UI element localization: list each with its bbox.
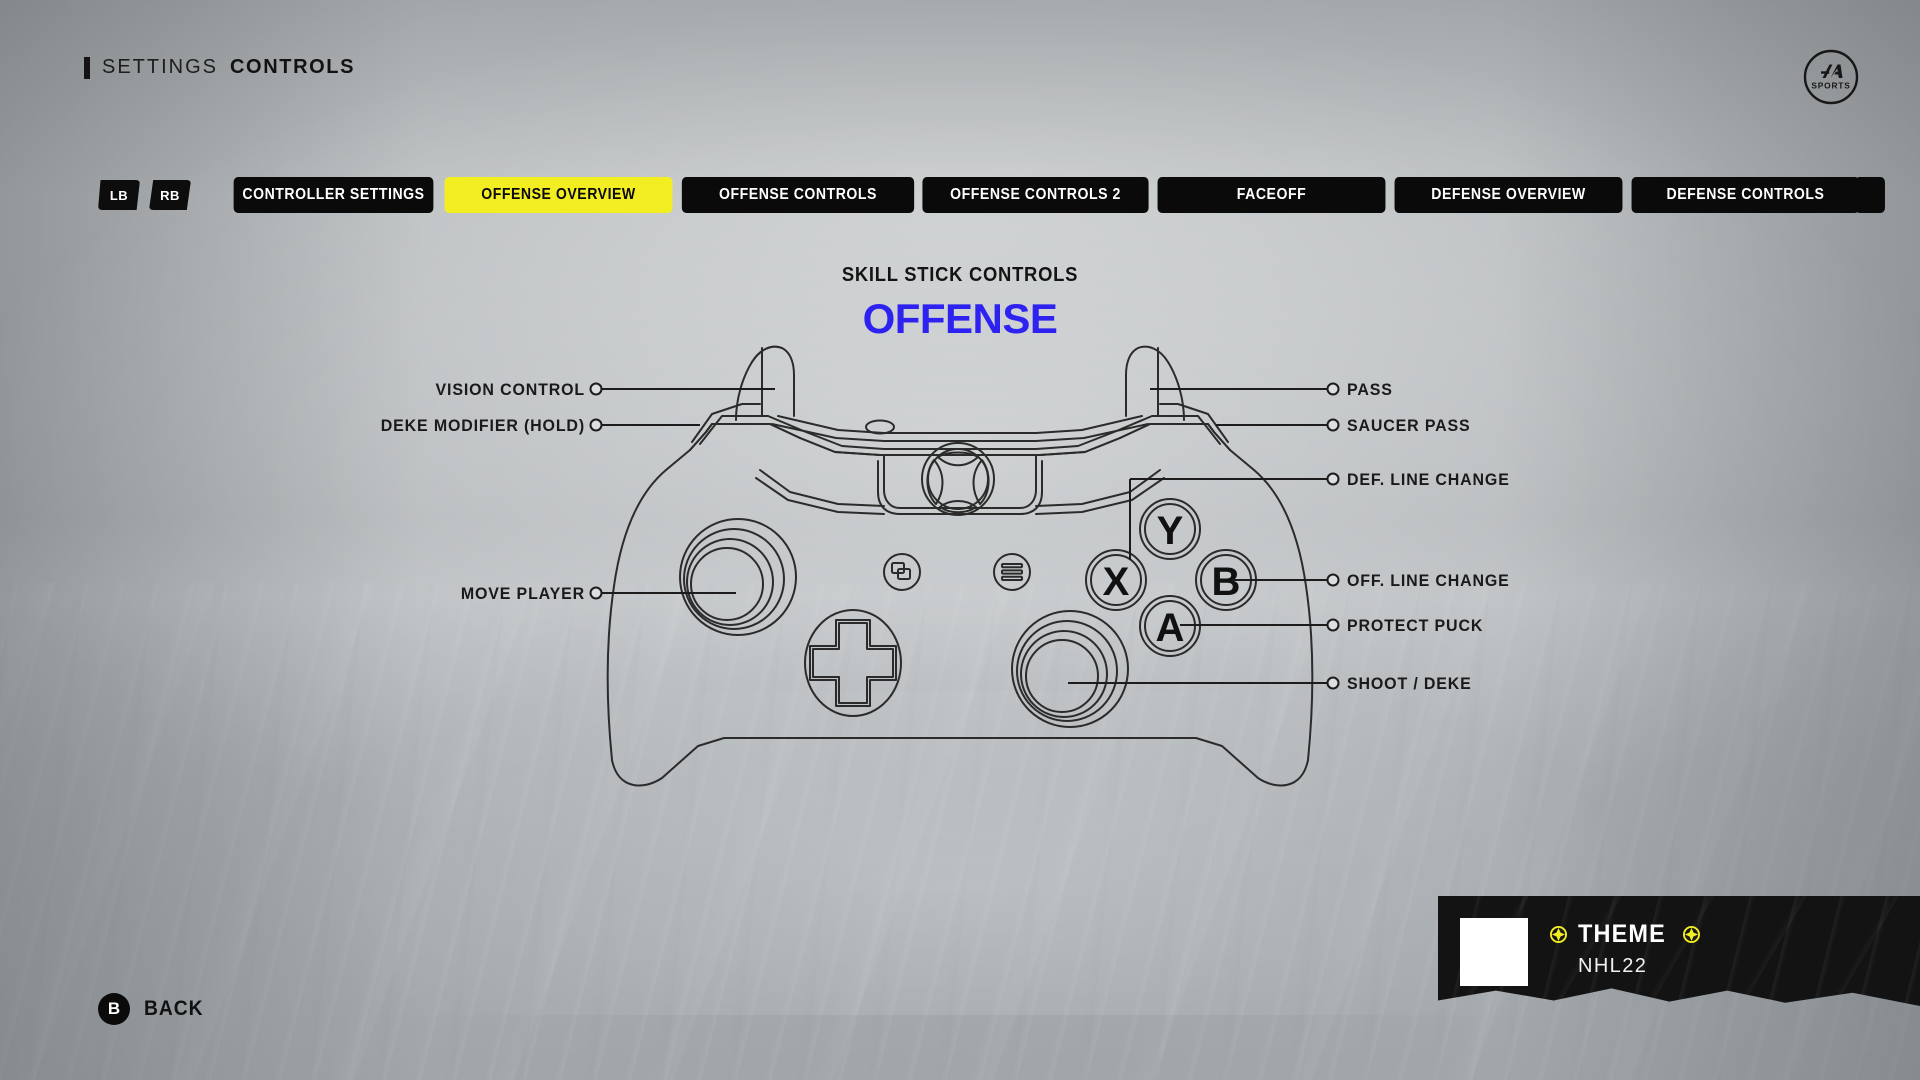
bumper-rb-icon[interactable]: RB bbox=[149, 180, 191, 210]
b-button-icon: B bbox=[98, 993, 130, 1025]
theme-title-row: THEME bbox=[1550, 920, 1700, 949]
theme-next-arrow-icon[interactable] bbox=[1682, 926, 1700, 943]
back-button[interactable]: B BACK bbox=[98, 993, 209, 1025]
theme-swatch bbox=[1460, 918, 1528, 986]
tab-wrap-4[interactable]: FACEOFF bbox=[1142, 177, 1386, 213]
theme-widget[interactable]: THEME NHL22 bbox=[1438, 896, 1920, 1006]
tab-defense-overview[interactable]: DEFENSE OVERVIEW bbox=[1394, 177, 1623, 213]
theme-value: NHL22 bbox=[1578, 955, 1648, 977]
callout-deke-modifier: DEKE MODIFIER (HOLD) bbox=[380, 416, 585, 435]
diagram-heading: OFFENSE bbox=[862, 295, 1058, 342]
tab-wrap-7[interactable] bbox=[1853, 177, 1885, 213]
title-block: SKILL STICK CONTROLS OFFENSE bbox=[0, 264, 1920, 343]
bumper-lb-icon[interactable]: LB bbox=[98, 180, 140, 210]
tab-bar[interactable]: LB RB CONTROLLER SETTINGS OFFENSE OVERVI… bbox=[98, 176, 1920, 214]
tab-controller-settings[interactable]: CONTROLLER SETTINGS bbox=[233, 177, 434, 213]
theme-prev-arrow-icon[interactable] bbox=[1550, 926, 1567, 943]
tab-wrap-1[interactable]: OFFENSE OVERVIEW bbox=[429, 177, 673, 213]
callout-def-line-change: DEF. LINE CHANGE bbox=[1347, 470, 1510, 489]
tab-next-partial[interactable] bbox=[1855, 177, 1885, 213]
tab-faceoff[interactable]: FACEOFF bbox=[1157, 177, 1386, 213]
breadcrumb-settings: SETTINGS bbox=[102, 56, 219, 78]
breadcrumb-controls: CONTROLS bbox=[230, 56, 356, 78]
callout-shoot-deke: SHOOT / DEKE bbox=[1347, 674, 1472, 693]
callout-saucer-pass: SAUCER PASS bbox=[1347, 416, 1471, 435]
tab-wrap-5[interactable]: DEFENSE OVERVIEW bbox=[1379, 177, 1623, 213]
tab-offense-controls-2[interactable]: OFFENSE CONTROLS 2 bbox=[922, 177, 1149, 213]
back-button-label: BACK bbox=[144, 997, 204, 1020]
theme-title: THEME bbox=[1578, 920, 1666, 948]
tab-wrap-6[interactable]: DEFENSE CONTROLS bbox=[1616, 177, 1860, 213]
theme-rows: THEME NHL22 bbox=[1550, 920, 1700, 978]
callout-move-player: MOVE PLAYER bbox=[460, 584, 585, 603]
breadcrumb: SETTINGS CONTROLS bbox=[84, 56, 355, 79]
header: SETTINGS CONTROLS SPORTS bbox=[0, 0, 1920, 120]
ea-sports-logo-icon: SPORTS bbox=[1802, 48, 1860, 106]
svg-text:SPORTS: SPORTS bbox=[1811, 81, 1850, 91]
diagram-subtitle: SKILL STICK CONTROLS bbox=[841, 264, 1079, 286]
tab-wrap-3[interactable]: OFFENSE CONTROLS 2 bbox=[907, 177, 1149, 213]
tab-offense-controls[interactable]: OFFENSE CONTROLS bbox=[681, 177, 915, 213]
tab-wrap-0[interactable]: CONTROLLER SETTINGS bbox=[220, 177, 434, 213]
tab-wrap-2[interactable]: OFFENSE CONTROLS bbox=[666, 177, 915, 213]
tab-offense-overview[interactable]: OFFENSE OVERVIEW bbox=[444, 177, 673, 213]
callout-pass: PASS bbox=[1347, 380, 1393, 399]
tab-defense-controls[interactable]: DEFENSE CONTROLS bbox=[1631, 177, 1860, 213]
callout-vision-control: VISION CONTROL bbox=[435, 380, 585, 399]
callout-protect-puck: PROTECT PUCK bbox=[1347, 616, 1484, 635]
breadcrumb-accent-bar bbox=[84, 56, 90, 79]
callout-off-line-change: OFF. LINE CHANGE bbox=[1347, 571, 1510, 590]
